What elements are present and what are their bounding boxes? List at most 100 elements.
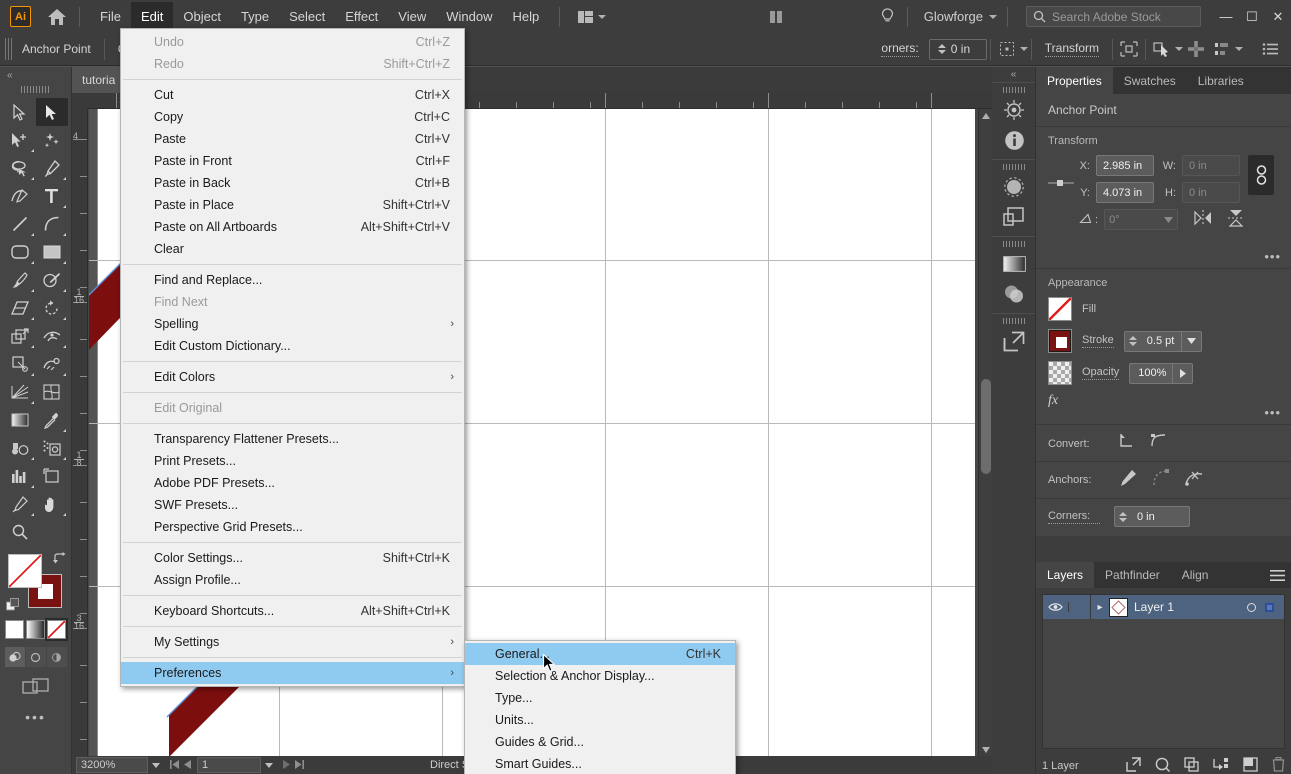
create-new-sublayer-icon[interactable] [1184, 757, 1199, 774]
tab-align[interactable]: Align [1171, 562, 1220, 588]
menu-item-swf-presets[interactable]: SWF Presets... [121, 494, 464, 516]
scroll-up-arrow[interactable] [979, 109, 992, 123]
direct-selection-tool[interactable] [35, 98, 68, 126]
info-icon[interactable] [992, 125, 1036, 155]
shape-builder-tool[interactable] [36, 350, 68, 378]
distribute-icon[interactable] [1209, 37, 1235, 61]
color-swatch-button[interactable] [5, 620, 24, 639]
dock-group-grip-2[interactable] [1002, 164, 1025, 170]
stroke-label[interactable]: Stroke [1082, 334, 1114, 348]
select-similar-icon[interactable] [1149, 37, 1175, 61]
submenu-item-general[interactable]: General... Ctrl+K [465, 643, 735, 665]
delete-selection-icon[interactable] [1272, 756, 1285, 774]
pen-tool[interactable] [36, 154, 68, 182]
layer-expand-chevron-icon[interactable]: ▸ [1091, 602, 1109, 613]
collect-in-new-layer-icon[interactable] [1213, 757, 1229, 774]
ruler-corner[interactable] [72, 93, 88, 109]
opacity-expand-icon[interactable] [1172, 363, 1192, 383]
stroke-weight-combo[interactable]: 0.5 pt [1123, 330, 1202, 352]
next-artboard-button[interactable] [283, 759, 290, 771]
curvature-tool[interactable] [4, 182, 36, 210]
convert-to-corner-icon[interactable] [1118, 433, 1136, 454]
artboards-icon[interactable] [992, 202, 1036, 232]
layer-row[interactable]: ▸ Layer 1 [1043, 595, 1284, 619]
menu-item-cut[interactable]: Cut Ctrl+X [121, 84, 464, 106]
menu-file[interactable]: File [90, 2, 131, 31]
gradient-tool[interactable] [4, 406, 36, 434]
tab-properties[interactable]: Properties [1036, 67, 1113, 94]
menu-item-edit-custom-dictionary[interactable]: Edit Custom Dictionary... [121, 335, 464, 357]
layer-target-circle-icon[interactable] [1247, 602, 1256, 612]
control-transform-label[interactable]: Transform [1044, 41, 1099, 57]
menu-item-my-settings[interactable]: My Settings › [121, 631, 464, 653]
default-fill-stroke-icon[interactable] [5, 598, 20, 612]
menu-effect[interactable]: Effect [335, 2, 388, 31]
distribute-chevron-down-icon[interactable] [1235, 47, 1243, 51]
make-clipping-mask-icon[interactable] [1155, 757, 1171, 774]
transform-more-options[interactable]: ••• [1264, 249, 1281, 264]
draw-normal-icon[interactable] [4, 647, 25, 667]
menu-item-print-presets[interactable]: Print Presets... [121, 450, 464, 472]
document-tab[interactable]: tutoria [72, 67, 127, 93]
menu-item-preferences[interactable]: Preferences › [121, 662, 464, 684]
layer-lock-toggle[interactable] [1069, 595, 1091, 619]
flip-horizontal-icon[interactable] [1194, 210, 1212, 229]
brushes-icon[interactable] [992, 95, 1036, 125]
opacity-combo[interactable]: 100% [1129, 362, 1194, 384]
reference-point-selector[interactable] [1048, 155, 1074, 189]
menu-item-find-next[interactable]: Find Next [121, 291, 464, 313]
line-segment-tool[interactable] [4, 210, 36, 238]
symbols-icon[interactable] [992, 172, 1036, 202]
menu-window[interactable]: Window [436, 2, 502, 31]
menu-item-edit-original[interactable]: Edit Original [121, 397, 464, 419]
dock-collapse-button[interactable]: « [992, 67, 1035, 82]
list-options-icon[interactable] [1257, 37, 1283, 61]
transform-reference-icon[interactable] [994, 37, 1020, 61]
selection-tool[interactable] [4, 98, 36, 126]
symbol-sprayer-tool[interactable] [36, 434, 68, 462]
menu-item-adobe-pdf-presets[interactable]: Adobe PDF Presets... [121, 472, 464, 494]
stroke-chevron-down-icon[interactable] [1180, 331, 1201, 351]
paintbrush-tool[interactable] [4, 266, 36, 294]
convert-to-smooth-icon[interactable] [1150, 433, 1168, 454]
draw-behind-icon[interactable] [25, 647, 46, 667]
layer-selection-indicator[interactable] [1265, 602, 1274, 612]
menu-item-assign-profile[interactable]: Assign Profile... [121, 569, 464, 591]
width-tool[interactable] [36, 322, 68, 350]
menu-item-keyboard-shortcuts[interactable]: Keyboard Shortcuts... Alt+Shift+Ctrl+K [121, 600, 464, 622]
tab-libraries[interactable]: Libraries [1187, 67, 1255, 94]
menu-item-find-and-replace[interactable]: Find and Replace... [121, 269, 464, 291]
swap-fill-stroke-icon[interactable] [52, 551, 67, 565]
eyedropper-tool[interactable] [36, 406, 68, 434]
fill-swatch[interactable] [7, 554, 42, 588]
blend-tool[interactable] [4, 434, 36, 462]
zoom-tool[interactable] [4, 518, 36, 546]
perspective-grid-tool[interactable] [4, 378, 36, 406]
menu-type[interactable]: Type [231, 2, 279, 31]
draw-inside-icon[interactable] [46, 647, 67, 667]
menu-item-paste-in-front[interactable]: Paste in Front Ctrl+F [121, 150, 464, 172]
control-bar-grip[interactable] [5, 38, 12, 60]
artboard-number-input[interactable]: 1 [197, 757, 261, 773]
artboard-tool[interactable] [36, 462, 68, 490]
menu-object[interactable]: Object [173, 2, 231, 31]
opacity-swatch-button[interactable] [1048, 361, 1072, 385]
tab-pathfinder[interactable]: Pathfinder [1094, 562, 1171, 588]
column-graph-tool[interactable] [4, 462, 36, 490]
library-panel-icon[interactable] [763, 6, 789, 28]
menu-item-spelling[interactable]: Spelling › [121, 313, 464, 335]
menu-item-paste[interactable]: Paste Ctrl+V [121, 128, 464, 150]
vertical-scroll-thumb[interactable] [981, 379, 991, 474]
corners-radius-input[interactable]: 0 in [1114, 506, 1190, 527]
layer-name[interactable]: Layer 1 [1134, 600, 1247, 614]
mesh-tool[interactable] [36, 378, 68, 406]
arrange-documents-button[interactable] [570, 7, 614, 27]
opacity-label[interactable]: Opacity [1082, 366, 1120, 380]
w-input[interactable]: 0 in [1182, 155, 1240, 176]
arc-tool[interactable] [36, 210, 68, 238]
angle-input[interactable]: 0° [1104, 209, 1179, 230]
dock-group-grip-4[interactable] [1002, 318, 1025, 324]
submenu-item-units[interactable]: Units... [465, 709, 735, 731]
submenu-item-selection-anchor-display[interactable]: Selection & Anchor Display... [465, 665, 735, 687]
lasso-tool[interactable] [4, 154, 36, 182]
